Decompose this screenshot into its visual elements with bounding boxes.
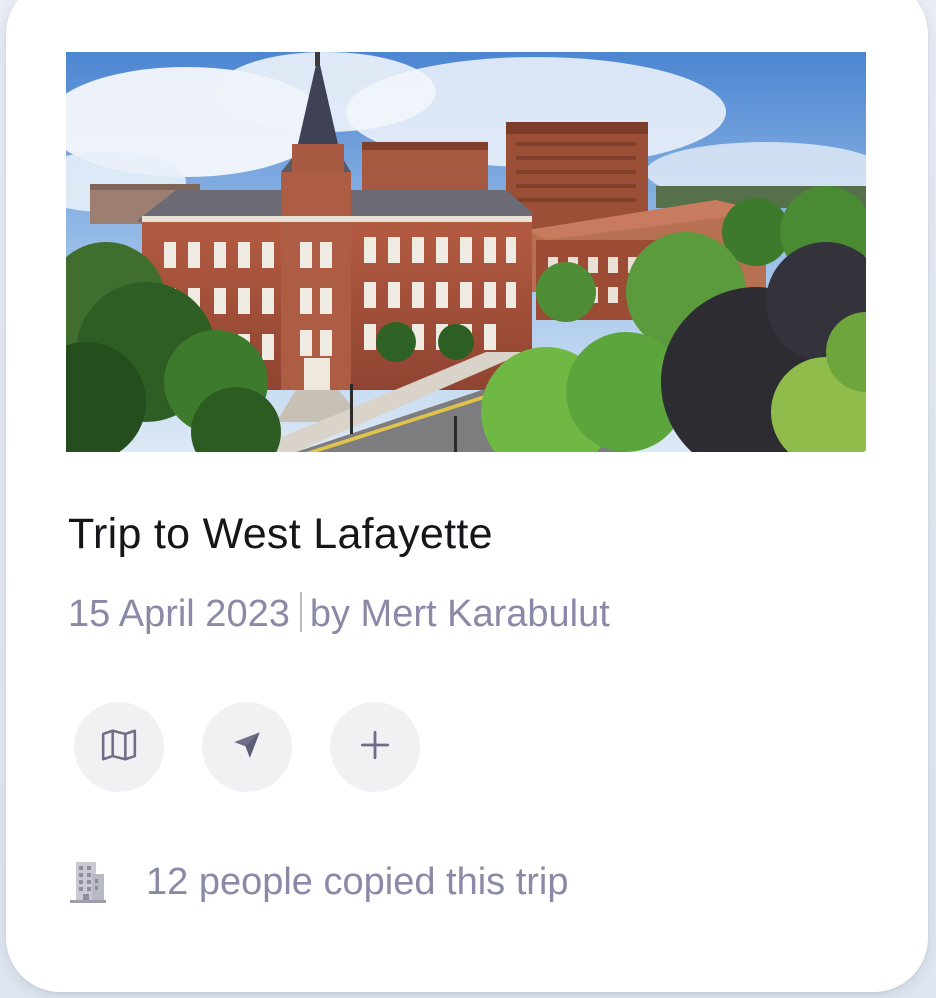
view-map-button[interactable]: [74, 702, 164, 792]
share-trip-button[interactable]: [202, 702, 292, 792]
copies-info: 12 people copied this trip: [68, 860, 569, 904]
building-icon: [68, 860, 108, 904]
trip-title[interactable]: Trip to West Lafayette: [68, 510, 493, 559]
trip-meta: 15 April 2023 by Mert Karabulut: [68, 592, 610, 636]
meta-divider: [299, 592, 302, 632]
trip-card[interactable]: Trip to West Lafayette 15 April 2023 by M…: [6, 0, 928, 992]
send-icon: [230, 728, 264, 767]
trip-author[interactable]: by Mert Karabulut: [310, 593, 610, 635]
copies-count-text: 12 people copied this trip: [146, 860, 569, 903]
plus-icon: [356, 726, 394, 769]
map-icon: [100, 726, 138, 769]
trip-cover-image: [66, 52, 866, 452]
add-to-trips-button[interactable]: [330, 702, 420, 792]
trip-date: 15 April 2023: [68, 593, 290, 635]
trip-actions: [74, 702, 420, 792]
